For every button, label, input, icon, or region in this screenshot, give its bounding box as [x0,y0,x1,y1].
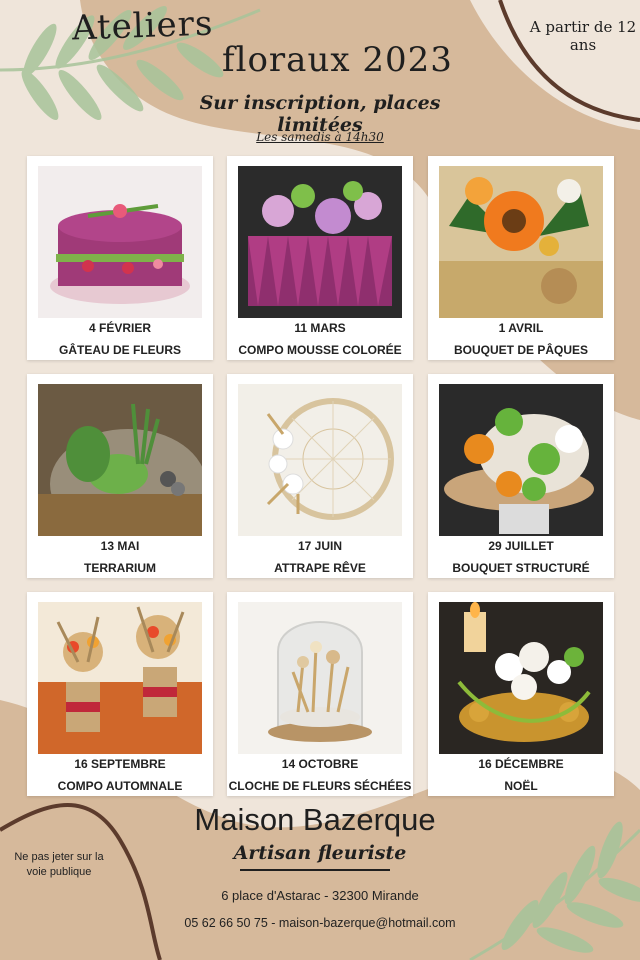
title-line-1: Ateliers [71,3,214,49]
workshop-name: Bouquet structuré [452,561,590,575]
workshop-card: 13 mai Terrarium [27,374,213,578]
address: 6 place d'Astarac - 32300 Mirande [221,888,419,903]
title-line-2: floraux 2023 [222,40,453,80]
disposal-notice: Ne pas jeter sur la voie publique [14,851,104,878]
workshop-date: 16 septembre [74,757,166,771]
workshop-name: Noël [504,779,538,793]
workshop-card: 1 avril Bouquet de Pâques [428,156,614,360]
autumn-composition-photo [38,602,202,754]
workshop-name: Bouquet de Pâques [453,343,588,357]
terrarium-photo [38,384,202,536]
workshop-date: 1 avril [498,321,544,335]
workshop-name: Cloche de fleurs séchées [228,779,412,793]
workshop-date: 14 octobre [281,757,359,771]
trade-underline [240,869,390,871]
workshop-card: 11 mars Compo mousse colorée [227,156,413,360]
workshop-date: 16 décembre [478,757,564,771]
colored-foam-composition-photo [238,166,402,318]
workshop-date: 11 mars [294,321,346,335]
christmas-arrangement-photo [439,602,603,754]
workshop-date: 13 mai [100,539,140,553]
dried-flowers-cloche-photo [238,602,402,754]
contact: 05 62 66 50 75 - maison-bazerque@hotmail… [184,916,456,930]
workshop-date: 29 juillet [488,539,554,553]
workshop-name: Compo mousse colorée [238,343,402,357]
workshop-name: Attrape rêve [274,561,366,575]
cake-of-flowers-photo [38,166,202,318]
workshop-name: Compo automnale [57,779,183,793]
workshop-card: 29 juillet Bouquet structuré [428,374,614,578]
workshop-card: 4 février Gâteau de fleurs [27,156,213,360]
schedule: Les samedis à 14h30 [256,130,384,144]
age-note: A partir de 12 ans [529,18,637,54]
workshop-card: 17 juin Attrape rêve [227,374,413,578]
trade: Artisan fleuriste [233,842,407,864]
workshop-card: 16 décembre Noël [428,592,614,796]
workshop-name: Terrarium [84,561,156,575]
structured-bouquet-photo [439,384,603,536]
dreamcatcher-photo [238,384,402,536]
workshop-card: 16 septembre Compo automnale [27,592,213,796]
easter-bouquet-photo [439,166,603,318]
workshop-date: 4 février [88,321,151,335]
workshop-date: 17 juin [297,539,343,553]
workshop-name: Gâteau de fleurs [58,343,181,357]
shop-name: Maison Bazerque [194,802,436,837]
workshop-card: 14 octobre Cloche de fleurs séchées [227,592,413,796]
